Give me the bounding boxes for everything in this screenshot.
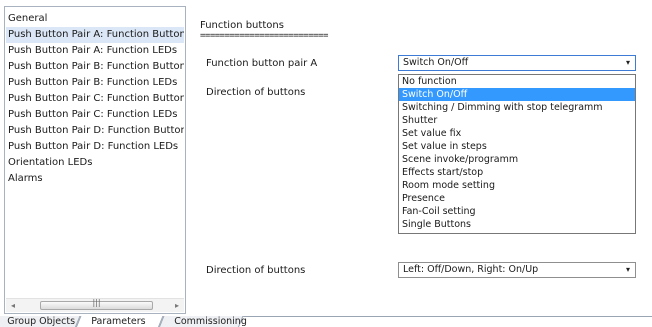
- direction-of-buttons-label-2: Direction of buttons: [206, 265, 306, 276]
- section-underline: ==========================: [200, 31, 328, 41]
- option-shutter[interactable]: Shutter: [399, 114, 635, 127]
- function-button-pair-a-select[interactable]: Switch On/Off ▾: [398, 55, 636, 71]
- nav-item-pair-a-buttons[interactable]: Push Button Pair A: Function Buttons: [6, 27, 184, 43]
- tab-label: Group Objects: [7, 316, 76, 327]
- nav-item-pair-a-leds[interactable]: Push Button Pair A: Function LEDs: [6, 43, 184, 59]
- chevron-down-icon: ▾: [625, 265, 630, 274]
- parameter-tree: General Push Button Pair A: Function But…: [4, 6, 186, 314]
- nav-item-orientation-leds[interactable]: Orientation LEDs: [6, 155, 184, 171]
- nav-item-pair-c-buttons[interactable]: Push Button Pair C: Function Buttons: [6, 91, 184, 107]
- function-options-dropdown[interactable]: No function Switch On/Off Switching / Di…: [398, 74, 636, 234]
- tab-parameters[interactable]: Parameters: [75, 316, 164, 327]
- tab-group-objects[interactable]: Group Objects: [0, 316, 81, 327]
- scroll-thumb[interactable]: |||: [40, 298, 153, 310]
- option-presence[interactable]: Presence: [399, 192, 635, 205]
- nav-item-pair-d-leds[interactable]: Push Button Pair D: Function LEDs: [6, 139, 184, 155]
- nav-item-pair-d-buttons[interactable]: Push Button Pair D: Function Buttons: [6, 123, 184, 139]
- nav-list: General Push Button Pair A: Function But…: [6, 11, 184, 187]
- scroll-left-icon[interactable]: ◂: [7, 299, 19, 312]
- tab-label: Parameters: [91, 316, 146, 327]
- option-set-value-steps[interactable]: Set value in steps: [399, 140, 635, 153]
- tab-label: Commissioning: [174, 316, 247, 327]
- section-title: Function buttons: [200, 20, 284, 31]
- option-single-buttons[interactable]: Single Buttons: [399, 218, 635, 231]
- nav-item-alarms[interactable]: Alarms: [6, 171, 184, 187]
- nav-item-pair-b-leds[interactable]: Push Button Pair B: Function LEDs: [6, 75, 184, 91]
- option-effects-start-stop[interactable]: Effects start/stop: [399, 166, 635, 179]
- scroll-right-icon[interactable]: ▸: [171, 299, 183, 312]
- option-fan-coil-setting[interactable]: Fan-Coil setting: [399, 205, 635, 218]
- nav-item-general[interactable]: General: [6, 11, 184, 27]
- parameter-panel: Function buttons =======================…: [186, 0, 652, 316]
- nav-item-pair-b-buttons[interactable]: Push Button Pair B: Function Buttons: [6, 59, 184, 75]
- option-switching-dimming[interactable]: Switching / Dimming with stop telegramm: [399, 101, 635, 114]
- horizontal-scrollbar[interactable]: ◂ ||| ▸: [6, 298, 184, 312]
- option-switch-on-off[interactable]: Switch On/Off: [399, 88, 635, 101]
- bottom-tab-strip: Group Objects Parameters Commissioning: [0, 316, 652, 327]
- option-scene-invoke[interactable]: Scene invoke/programm: [399, 153, 635, 166]
- nav-item-pair-c-leds[interactable]: Push Button Pair C: Function LEDs: [6, 107, 184, 123]
- option-set-value-fix[interactable]: Set value fix: [399, 127, 635, 140]
- select-value: Switch On/Off: [403, 57, 469, 68]
- direction-of-buttons-label: Direction of buttons: [206, 87, 306, 98]
- grip-icon: |||: [92, 298, 101, 307]
- function-button-pair-a-label: Function button pair A: [206, 58, 318, 69]
- direction-of-buttons-select[interactable]: Left: Off/Down, Right: On/Up ▾: [398, 262, 636, 278]
- chevron-down-icon: ▾: [625, 58, 630, 67]
- select-value: Left: Off/Down, Right: On/Up: [403, 264, 539, 275]
- tab-commissioning[interactable]: Commissioning: [158, 316, 247, 327]
- option-no-function[interactable]: No function: [399, 75, 635, 88]
- option-room-mode-setting[interactable]: Room mode setting: [399, 179, 635, 192]
